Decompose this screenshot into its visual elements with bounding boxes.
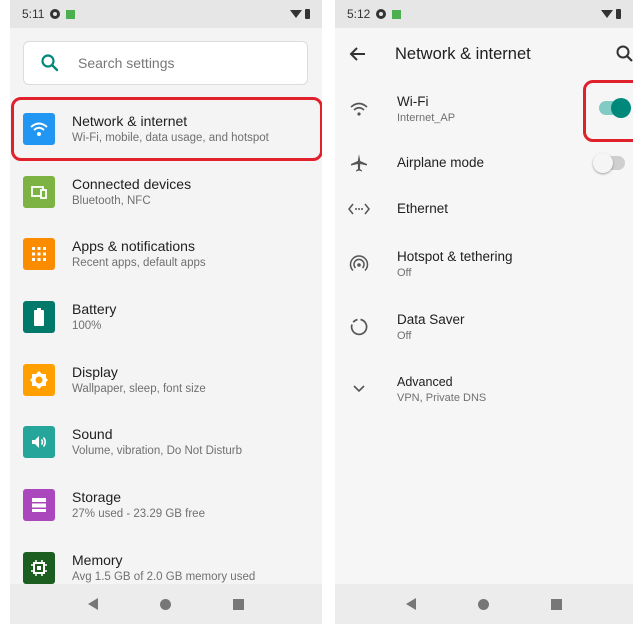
item-title: Hotspot & tethering	[397, 248, 513, 264]
memory-icon	[23, 552, 55, 584]
item-title: Display	[72, 364, 118, 380]
settings-item-connected-devices[interactable]: Connected devices Bluetooth, NFC	[10, 163, 322, 221]
status-notification-icon	[66, 9, 76, 19]
volume-icon	[23, 426, 55, 458]
item-title: Connected devices	[72, 176, 192, 192]
brightness-icon	[23, 364, 55, 396]
status-sync-icon	[376, 9, 387, 19]
item-title: Storage	[72, 489, 122, 505]
search-placeholder: Search settings	[78, 55, 175, 71]
item-subtitle: 27% used - 23.29 GB free	[72, 508, 205, 520]
network-item-ethernet[interactable]: Ethernet	[335, 197, 633, 221]
battery-icon	[23, 301, 55, 333]
status-wifi-icon	[290, 10, 302, 18]
airplane-mode-toggle[interactable]	[593, 153, 625, 173]
status-time: 5:11	[22, 7, 45, 21]
item-title: Airplane mode	[397, 155, 485, 170]
item-subtitle: Off	[397, 266, 412, 279]
home-nav-icon[interactable]	[160, 598, 171, 610]
home-nav-icon[interactable]	[478, 598, 489, 610]
status-bar: 5:12	[335, 0, 633, 28]
status-battery-icon	[305, 9, 310, 19]
item-subtitle: Bluetooth, NFC	[72, 195, 151, 207]
item-title: Battery	[72, 301, 117, 317]
search-settings-bar[interactable]: Search settings	[23, 41, 308, 85]
toggle-knob	[593, 153, 613, 173]
item-subtitle: Avg 1.5 GB of 2.0 GB memory used	[72, 571, 256, 583]
item-title: Sound	[72, 426, 113, 442]
settings-item-storage[interactable]: Storage 27% used - 23.29 GB free	[10, 476, 322, 534]
status-notification-icon	[392, 9, 402, 19]
recents-nav-icon[interactable]	[551, 598, 562, 610]
network-item-advanced[interactable]: Advanced VPN, Private DNS	[335, 368, 633, 410]
search-icon[interactable]	[615, 44, 633, 64]
status-wifi-icon	[601, 10, 613, 18]
network-item-airplane[interactable]: Airplane mode	[335, 151, 633, 175]
item-subtitle: Volume, vibration, Do Not Disturb	[72, 445, 243, 457]
airplane-icon	[347, 151, 371, 175]
status-time: 5:12	[347, 7, 371, 21]
item-title: Advanced	[397, 374, 453, 389]
item-title: Apps & notifications	[72, 238, 195, 254]
item-title: Data Saver	[397, 311, 465, 327]
app-bar: Network & internet	[335, 28, 633, 80]
data-saver-icon	[347, 315, 371, 339]
settings-main-screen: 5:11 Search settings Network & internet …	[10, 0, 322, 624]
settings-item-sound[interactable]: Sound Volume, vibration, Do Not Disturb	[10, 413, 322, 471]
settings-item-apps[interactable]: Apps & notifications Recent apps, defaul…	[10, 225, 322, 283]
item-subtitle: Internet_AP	[397, 111, 456, 124]
ethernet-icon	[347, 197, 371, 221]
back-nav-icon[interactable]	[88, 598, 98, 610]
hotspot-icon	[347, 252, 371, 276]
wifi-icon	[347, 97, 371, 121]
highlight-box-wifi-toggle	[583, 80, 633, 142]
navigation-bar	[10, 584, 322, 624]
back-nav-icon[interactable]	[406, 598, 416, 610]
item-subtitle: Off	[397, 329, 412, 342]
back-arrow-icon[interactable]	[347, 43, 369, 65]
network-internet-screen: 5:12 Network & internet Wi-Fi Internet_A…	[335, 0, 633, 624]
item-subtitle: Recent apps, default apps	[72, 257, 206, 269]
recents-nav-icon[interactable]	[233, 598, 244, 610]
item-title: Wi-Fi	[397, 93, 429, 109]
network-item-data-saver[interactable]: Data Saver Off	[335, 306, 633, 348]
item-title: Memory	[72, 552, 123, 568]
navigation-bar	[335, 584, 633, 624]
page-title: Network & internet	[395, 44, 531, 63]
chevron-down-icon	[347, 377, 371, 401]
network-item-hotspot[interactable]: Hotspot & tethering Off	[335, 243, 633, 285]
item-title: Ethernet	[397, 201, 449, 216]
item-subtitle: VPN, Private DNS	[397, 391, 487, 404]
status-sync-icon	[50, 9, 61, 19]
status-bar: 5:11	[10, 0, 322, 28]
settings-item-display[interactable]: Display Wallpaper, sleep, font size	[10, 351, 322, 409]
highlight-box-network	[11, 97, 322, 161]
devices-icon	[23, 176, 55, 208]
item-subtitle: 100%	[72, 320, 102, 332]
apps-icon	[23, 238, 55, 270]
status-battery-icon	[616, 9, 621, 19]
storage-icon	[23, 489, 55, 521]
item-subtitle: Wallpaper, sleep, font size	[72, 383, 206, 395]
settings-item-battery[interactable]: Battery 100%	[10, 288, 322, 346]
search-icon	[41, 54, 59, 72]
